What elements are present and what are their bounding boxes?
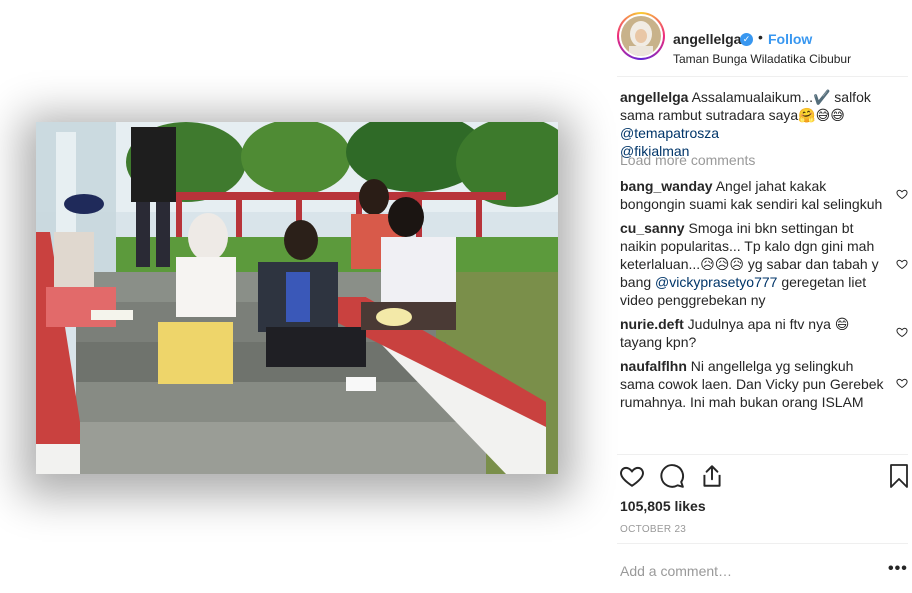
post-side-panel: angellelga ✓ • Follow Taman Bunga Wilada… [605, 0, 912, 593]
bookmark-icon[interactable] [887, 463, 911, 489]
comment-username[interactable]: bang_wanday [620, 178, 713, 194]
comment-item: cu_sanny Smoga ini bkn settingan bt naik… [620, 219, 890, 309]
post-photo[interactable] [36, 122, 558, 474]
load-more-comments-button[interactable]: Load more comments [620, 152, 755, 168]
more-options-button[interactable]: ••• [888, 560, 908, 578]
comment-username[interactable]: naufalflhn [620, 358, 687, 374]
actions-divider [617, 454, 908, 455]
caption: angellelga Assalamualaikum...✔️ salfok s… [620, 88, 905, 160]
post-photo-illustration [36, 122, 558, 474]
caption-mention-1[interactable]: @temapatrosza [620, 125, 719, 141]
comment-username[interactable]: cu_sanny [620, 220, 685, 236]
comment-divider [617, 543, 908, 544]
comment-bubble-icon[interactable] [659, 463, 685, 489]
media-pane [0, 0, 600, 593]
caption-username[interactable]: angellelga [620, 89, 688, 105]
header-divider [617, 76, 908, 77]
post-actions [617, 461, 912, 491]
comment-mention[interactable]: @vickyprasetyo777 [655, 274, 777, 290]
avatar[interactable] [617, 12, 665, 60]
post-header: angellelga ✓ • Follow Taman Bunga Wilada… [617, 12, 912, 76]
header-separator: • [758, 29, 763, 45]
location-link[interactable]: Taman Bunga Wiladatika Cibubur [673, 52, 851, 66]
comment-item: nurie.deft Judulnya apa ni ftv nya 😄 tay… [620, 315, 890, 351]
comment-like-heart-icon[interactable] [896, 258, 908, 270]
follow-button[interactable]: Follow [768, 31, 812, 47]
comment-item: naufalflhn Ni angellelga yg selingkuh sa… [620, 357, 890, 411]
add-comment-input[interactable]: Add a comment… [620, 563, 732, 579]
comment-item: bang_wanday Angel jahat kakak bongongin … [620, 177, 890, 213]
share-icon[interactable] [699, 463, 725, 489]
comment-like-heart-icon[interactable] [896, 326, 908, 338]
comment-username[interactable]: nurie.deft [620, 316, 684, 332]
comment-like-heart-icon[interactable] [896, 377, 908, 389]
heart-icon[interactable] [619, 463, 645, 489]
post-date: OCTOBER 23 [620, 524, 687, 535]
comment-like-heart-icon[interactable] [896, 188, 908, 200]
likes-count[interactable]: 105,805 likes [620, 498, 706, 514]
verified-badge-icon: ✓ [740, 33, 753, 46]
header-username[interactable]: angellelga [673, 31, 741, 47]
avatar-image [621, 16, 661, 56]
